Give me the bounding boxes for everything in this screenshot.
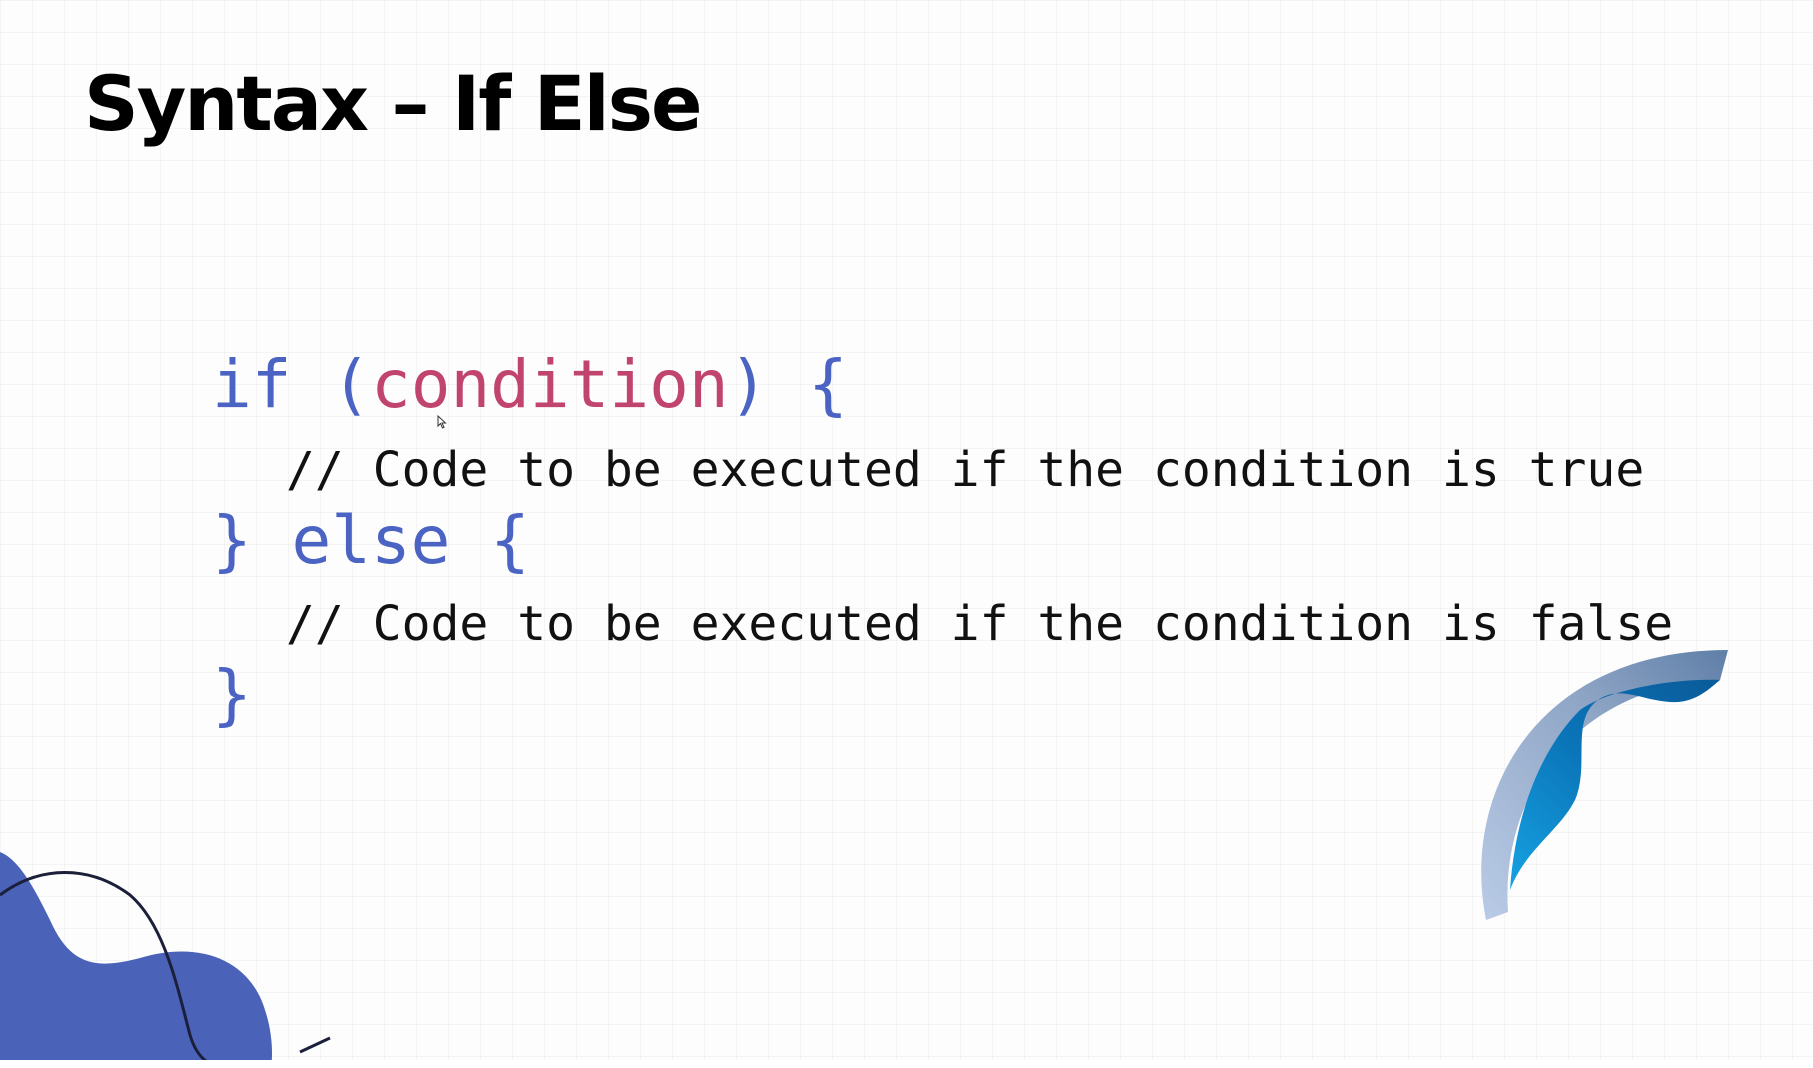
mouse-pointer-icon xyxy=(437,415,447,429)
bottom-edge xyxy=(0,1060,1813,1068)
decorative-blob-bottom-left xyxy=(0,852,331,1068)
code-line-else: } else { xyxy=(212,502,530,579)
slide-title: Syntax – If Else xyxy=(84,59,702,148)
open-paren: ( xyxy=(291,346,371,423)
keyword-if: if xyxy=(212,346,292,423)
close-paren-brace: ) { xyxy=(728,346,848,423)
comment-true: // Code to be executed if the condition … xyxy=(286,442,1645,498)
closing-brace: } xyxy=(212,656,252,733)
condition-token: condition xyxy=(370,346,729,423)
code-line-if: if (condition) { xyxy=(212,352,848,418)
comment-false: // Code to be executed if the condition … xyxy=(286,596,1674,652)
slide-canvas: Syntax – If Else if (condition) { // Cod… xyxy=(0,0,1813,1068)
decorative-arc-bottom-right xyxy=(1481,650,1728,920)
